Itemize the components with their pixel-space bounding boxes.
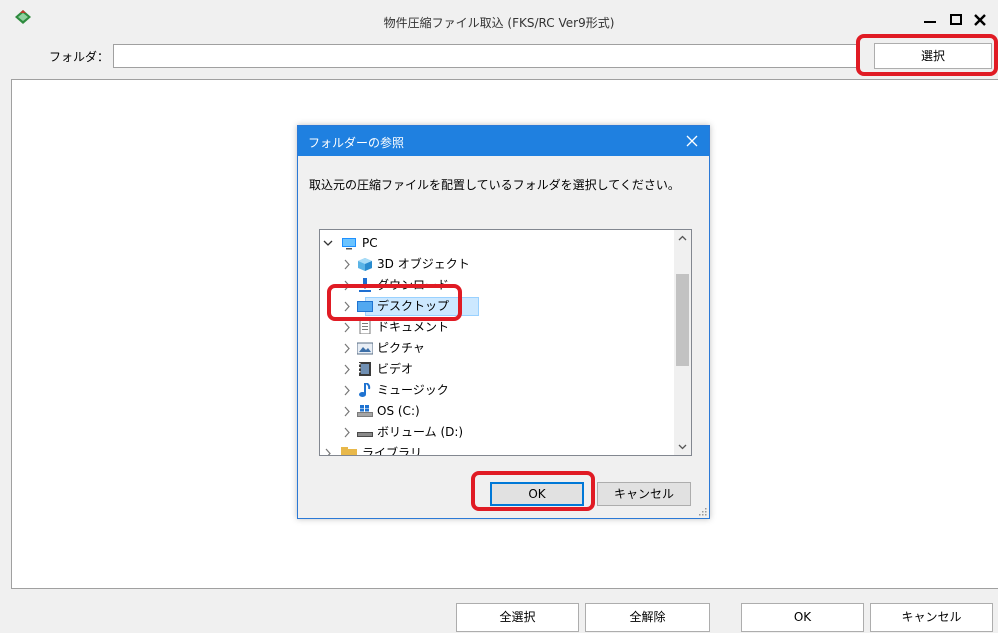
tree-item-label: ライブラリ	[362, 446, 423, 456]
dialog-title-bar: フォルダーの参照	[298, 126, 709, 156]
chevron-right-icon[interactable]	[322, 443, 334, 455]
tree-item-label: 3D オブジェクト	[377, 257, 470, 271]
select-button-highlight	[856, 34, 998, 76]
tree-item-label: ビデオ	[377, 362, 414, 376]
documents-icon	[359, 320, 371, 334]
dialog-title: フォルダーの参照	[308, 136, 405, 150]
chevron-up-icon	[678, 235, 687, 241]
tree-item-pc[interactable]: PC	[320, 233, 674, 254]
tree-item-label: OS (C:)	[377, 404, 420, 418]
folder-path-input[interactable]	[113, 44, 857, 68]
ok-button-highlight	[471, 471, 595, 511]
tree-scrollbar[interactable]	[674, 230, 691, 455]
tree-item-3d-objects[interactable]: 3D オブジェクト	[320, 254, 674, 275]
maximize-button[interactable]	[944, 8, 968, 32]
scroll-down-button[interactable]	[674, 438, 691, 455]
drive-c-icon	[357, 405, 373, 417]
scroll-thumb[interactable]	[676, 274, 689, 366]
pictures-icon	[357, 342, 373, 355]
tree-item-pictures[interactable]: ピクチャ	[320, 338, 674, 359]
tree-item-label: ピクチャ	[377, 341, 425, 355]
desktop-item-highlight	[327, 284, 462, 321]
dialog-instruction: 取込元の圧縮ファイルを配置しているフォルダを選択してください。	[309, 178, 680, 192]
scroll-up-button[interactable]	[674, 230, 691, 247]
minimize-icon	[924, 21, 936, 23]
dialog-cancel-button[interactable]: キャンセル	[597, 482, 691, 506]
tree-item-drive-c[interactable]: OS (C:)	[320, 401, 674, 422]
tree-item-label: ボリューム (D:)	[377, 425, 464, 439]
chevron-down-icon	[678, 444, 687, 450]
select-all-button[interactable]: 全選択	[456, 603, 579, 632]
main-window: 物件圧縮ファイル取込 (FKS/RC Ver9形式) フォルダ： 選択 全選択 …	[0, 0, 998, 633]
close-button[interactable]	[968, 8, 992, 32]
close-icon	[686, 135, 698, 147]
tree-item-label: ミュージック	[377, 383, 449, 397]
folder-tree[interactable]: PC 3D オブジェクト ダウンロード デスクトップ ドキュメント ピクチャ ビ…	[319, 229, 692, 456]
tree-item-drive-d[interactable]: ボリューム (D:)	[320, 422, 674, 443]
title-bar: 物件圧縮ファイル取込 (FKS/RC Ver9形式)	[0, 0, 998, 40]
folder-browse-dialog: フォルダーの参照 取込元の圧縮ファイルを配置しているフォルダを選択してください。…	[297, 125, 710, 519]
video-icon	[359, 362, 371, 376]
folder-label: フォルダ：	[49, 50, 110, 64]
drive-d-icon	[357, 432, 373, 437]
music-icon	[359, 383, 371, 397]
deselect-all-button[interactable]: 全解除	[585, 603, 710, 632]
window-title: 物件圧縮ファイル取込 (FKS/RC Ver9形式)	[383, 16, 615, 30]
tree-item-music[interactable]: ミュージック	[320, 380, 674, 401]
ok-button[interactable]: OK	[741, 603, 864, 632]
tree-item-videos[interactable]: ビデオ	[320, 359, 674, 380]
3d-objects-icon	[358, 258, 372, 271]
tree-item-library[interactable]: ライブラリ	[320, 443, 674, 456]
dialog-close-button[interactable]	[683, 131, 701, 151]
minimize-button[interactable]	[918, 8, 942, 32]
pc-icon	[342, 238, 356, 250]
library-icon	[341, 447, 357, 455]
resize-grip-icon[interactable]	[697, 506, 707, 516]
maximize-icon	[950, 14, 962, 25]
tree-item-label: PC	[362, 236, 378, 250]
close-icon	[974, 14, 986, 26]
cancel-button[interactable]: キャンセル	[870, 603, 993, 632]
